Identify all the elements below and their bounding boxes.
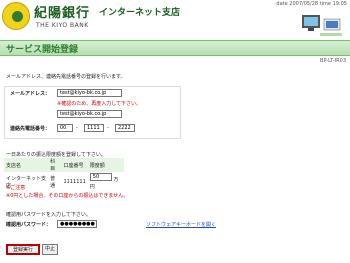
phone-last-input[interactable]: 2222 bbox=[115, 124, 135, 132]
column-header: 科目 bbox=[48, 158, 62, 172]
phone-middle-input[interactable]: 1111 bbox=[84, 124, 104, 132]
table-header-row: 支店名 科目 口座番号 限度額 bbox=[4, 158, 124, 172]
column-header: 口座番号 bbox=[61, 158, 88, 172]
transfer-limit-instruction: 一日あたりの振込限度額を登録して下さい。 bbox=[6, 152, 106, 158]
column-header: 支店名 bbox=[4, 158, 49, 172]
title-bar: サービス開始登録 bbox=[0, 40, 350, 56]
date-time: date 2007/05/28 time 19:05 bbox=[276, 1, 347, 7]
limit-input[interactable]: 50 bbox=[89, 173, 112, 181]
phone-label: 連絡先電話番号： bbox=[10, 126, 51, 132]
password-instruction: 確認用パスワードを入力して下さい。 bbox=[6, 212, 91, 218]
submit-button[interactable]: 登録実行 bbox=[6, 244, 40, 255]
account-number-cell: 1111111 bbox=[63, 178, 86, 185]
computer-illustration-icon bbox=[302, 15, 342, 36]
phone-area-input[interactable]: 00 bbox=[57, 124, 73, 132]
phone-separator: - bbox=[76, 125, 78, 131]
account-type-cell: 普通 bbox=[50, 175, 56, 189]
software-keyboard-link[interactable]: ソフトウェアキーボードを開く bbox=[146, 221, 216, 228]
email-confirm-note: ※確認のため、再度入力して下さい。 bbox=[57, 101, 142, 107]
page-title: サービス開始登録 bbox=[6, 45, 79, 55]
email-confirm-input[interactable]: test@kiyo-bk.co.jp bbox=[57, 110, 122, 118]
column-header: 限度額 bbox=[87, 158, 124, 172]
bank-logo bbox=[2, 2, 30, 30]
header: 紀陽銀行 インターネット支店 THE KIYO BANK date 2007/0… bbox=[0, 0, 350, 40]
bank-name: 紀陽銀行 bbox=[34, 6, 91, 21]
limit-cell: 50 万円 bbox=[88, 172, 124, 191]
email-input[interactable]: test@kiyo-bk.co.jp bbox=[57, 89, 122, 97]
password-label: 確認用パスワード： bbox=[6, 222, 52, 228]
note-text: ※0円とした場合、その口座からの振込はできません。 bbox=[6, 193, 129, 199]
password-input[interactable]: ●●●●●●●● bbox=[57, 220, 97, 228]
note-title: ※ご注意 bbox=[6, 185, 26, 191]
branch-name: インターネット支店 bbox=[99, 8, 181, 18]
email-label: メールアドレス： bbox=[10, 91, 51, 97]
screen-code: BP-LT-IR03 bbox=[320, 58, 346, 64]
bank-name-en: THE KIYO BANK bbox=[36, 22, 89, 29]
phone-separator: - bbox=[107, 125, 109, 131]
instruction-text: メールアドレス、連絡先電話番号の登録を行います。 bbox=[6, 74, 126, 80]
cancel-button[interactable]: 中止 bbox=[42, 244, 58, 255]
